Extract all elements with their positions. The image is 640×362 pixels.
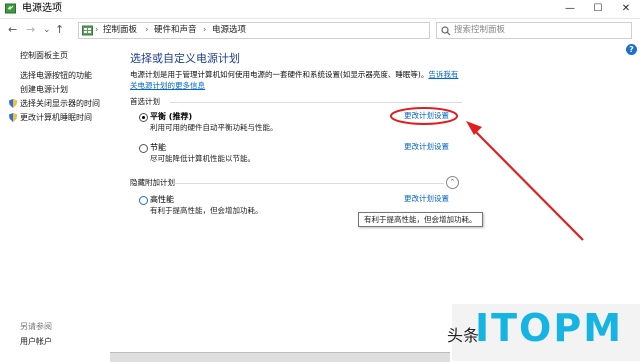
change-plan-settings-link-high-performance[interactable]: 更改计划设置: [404, 194, 449, 204]
back-button[interactable]: ←: [8, 23, 17, 37]
search-placeholder: 搜索控制面板: [454, 25, 506, 35]
minimize-button[interactable]: —: [556, 0, 584, 18]
radio-high-performance[interactable]: [139, 196, 148, 205]
chevron-up-icon[interactable]: ⌃: [446, 176, 459, 189]
sidebar-item-display-off-time[interactable]: 选择关闭显示器的时间: [20, 98, 100, 109]
control-panel-icon: [82, 25, 93, 36]
up-button[interactable]: ↑: [55, 23, 64, 37]
shield-icon: [9, 99, 17, 108]
search-input[interactable]: 搜索控制面板: [436, 22, 632, 39]
radio-balanced[interactable]: [139, 113, 148, 122]
page-description: 电源计划是用于管理计算机如何使用电源的一套硬件和系统设置(如显示器亮度、睡眠等)…: [130, 69, 460, 91]
description-text: 电源计划是用于管理计算机如何使用电源的一套硬件和系统设置(如显示器亮度、睡眠等)…: [130, 70, 429, 79]
close-button[interactable]: ✕: [612, 0, 640, 18]
breadcrumb-separator: ›: [145, 25, 149, 35]
sidebar-item-power-button[interactable]: 选择电源按钮的功能: [20, 70, 92, 81]
address-bar[interactable]: › 控制面板 › 硬件和声音 › 电源选项 ⌄ ⟳: [78, 22, 501, 39]
plan-name-high-performance[interactable]: 高性能: [150, 194, 174, 205]
sidebar-item-user-accounts[interactable]: 用户帐户: [20, 336, 52, 347]
sidebar-item-control-panel-home[interactable]: 控制面板主页: [20, 50, 68, 61]
hidden-plans-heading[interactable]: 隐藏附加计划: [130, 178, 175, 188]
search-icon: [441, 26, 451, 36]
help-icon[interactable]: ?: [626, 44, 637, 55]
shield-icon: [9, 113, 17, 122]
forward-button[interactable]: →: [26, 23, 35, 37]
radio-power-saver[interactable]: [139, 144, 148, 153]
breadcrumb-power-options[interactable]: 电源选项: [212, 24, 246, 37]
recent-locations-button[interactable]: ⌄: [43, 23, 51, 37]
title-bar: 电源选项 — ☐ ✕: [0, 0, 640, 19]
breadcrumb-separator: ›: [203, 25, 207, 35]
page-title: 选择或自定义电源计划: [130, 52, 240, 65]
plan-desc-power-saver: 尽可能降低计算机性能以节能。: [150, 154, 255, 163]
preferred-plans-heading: 首选计划: [130, 97, 160, 106]
plan-desc-high-performance: 有利于提高性能，但会增加功耗。: [150, 206, 263, 215]
breadcrumb-separator: ›: [95, 25, 99, 35]
window-title: 电源选项: [22, 3, 62, 14]
divider: [174, 183, 444, 184]
plan-name-power-saver[interactable]: 节能: [150, 142, 166, 153]
sidebar-item-create-plan[interactable]: 创建电源计划: [20, 84, 68, 95]
watermark-logo: ITOPM: [475, 306, 624, 350]
power-options-icon: [5, 3, 16, 14]
plan-desc-balanced: 利用可用的硬件自动平衡功耗与性能。: [150, 123, 278, 132]
divider: [170, 102, 462, 103]
tooltip: 有利于提高性能，但会增加功耗。: [358, 212, 483, 227]
see-also-heading: 另请参阅: [20, 322, 52, 331]
maximize-button[interactable]: ☐: [584, 0, 612, 18]
plan-name-balanced[interactable]: 平衡 (推荐): [150, 111, 192, 122]
sidebar-item-sleep-time[interactable]: 更改计算机睡眠时间: [20, 112, 92, 123]
breadcrumb-control-panel[interactable]: 控制面板: [103, 24, 137, 37]
highlight-ellipse: [390, 107, 458, 125]
change-plan-settings-link-power-saver[interactable]: 更改计划设置: [404, 142, 449, 152]
breadcrumb-hardware-sound[interactable]: 硬件和声音: [154, 24, 197, 37]
